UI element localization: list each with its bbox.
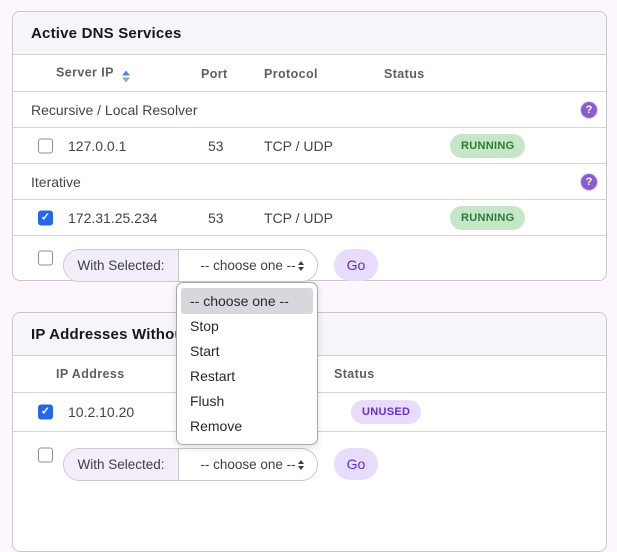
panel-title-text: Active DNS Services [31,24,182,42]
server-ip-cell: 127.0.0.1 [68,137,127,154]
panel-title-active-dns: Active DNS Services [13,12,606,55]
table-row: ✓ 172.31.25.234 53 TCP / UDP RUNNING [13,199,606,235]
section-row-iterative: Iterative ? [13,163,606,199]
bulk-action-row: With Selected: -- choose one -- Go [13,235,606,282]
ip-address-cell: 10.2.10.20 [68,404,135,420]
protocol-cell: TCP / UDP [264,209,333,226]
row-checkbox[interactable]: ✓ [38,210,53,225]
active-dns-panel: Active DNS Services Server IP Port Proto… [12,11,607,282]
sort-up-arrow-icon [121,70,130,75]
table-row: 127.0.0.1 53 TCP / UDP RUNNING [13,127,606,163]
select-all-checkbox[interactable] [38,447,53,462]
status-badge: RUNNING [450,133,526,158]
sort-down-arrow-icon [121,77,130,82]
dropdown-option-choose-one[interactable]: -- choose one -- [181,288,313,314]
with-selected-label: With Selected: [64,250,179,281]
column-header-protocol: Protocol [264,66,318,81]
section-row-recursive: Recursive / Local Resolver ? [13,91,606,127]
port-cell: 53 [208,209,224,226]
select-arrows-icon [298,459,304,470]
select-all-checkbox[interactable] [38,250,53,266]
status-badge: UNUSED [351,400,422,424]
sort-icon[interactable] [121,70,130,82]
help-icon[interactable]: ? [581,101,597,118]
row-checkbox[interactable]: ✓ [38,404,53,420]
help-icon[interactable]: ? [581,173,597,190]
action-select[interactable]: -- choose one -- [179,250,317,281]
column-header-status: Status [334,367,375,381]
column-header-label: Server IP [56,65,114,79]
action-select-value: -- choose one -- [200,457,296,472]
dropdown-option-restart[interactable]: Restart [181,364,313,389]
action-select-value: -- choose one -- [200,258,296,273]
server-ip-cell: 172.31.25.234 [68,209,158,226]
table-header-row: Server IP Port Protocol Status [13,56,606,91]
dropdown-option-flush[interactable]: Flush [181,389,313,414]
column-header-status: Status [384,66,425,81]
column-header-ip-address: IP Address [56,367,125,381]
column-header-port: Port [201,66,228,81]
go-button[interactable]: Go [334,249,378,281]
action-select[interactable]: -- choose one -- [179,449,317,480]
with-selected-label: With Selected: [64,449,179,480]
status-badge: RUNNING [450,205,526,230]
section-label: Recursive / Local Resolver [31,101,198,118]
protocol-cell: TCP / UDP [264,137,333,154]
action-dropdown-menu: -- choose one -- Stop Start Restart Flus… [176,282,318,445]
panel-title-text: IP Addresses Without [31,325,190,343]
port-cell: 53 [208,137,224,154]
section-label: Iterative [31,173,81,190]
dropdown-option-remove[interactable]: Remove [181,414,313,439]
page: { "icons": { "help_glyph": "?", "check_g… [0,0,617,552]
select-arrows-icon [298,260,304,271]
column-header-server-ip[interactable]: Server IP [56,65,130,82]
dropdown-option-start[interactable]: Start [181,339,313,364]
go-button[interactable]: Go [334,448,378,480]
with-selected-control: With Selected: -- choose one -- [63,249,318,282]
dropdown-option-stop[interactable]: Stop [181,314,313,339]
with-selected-control: With Selected: -- choose one -- [63,448,318,481]
row-checkbox[interactable] [38,138,53,153]
